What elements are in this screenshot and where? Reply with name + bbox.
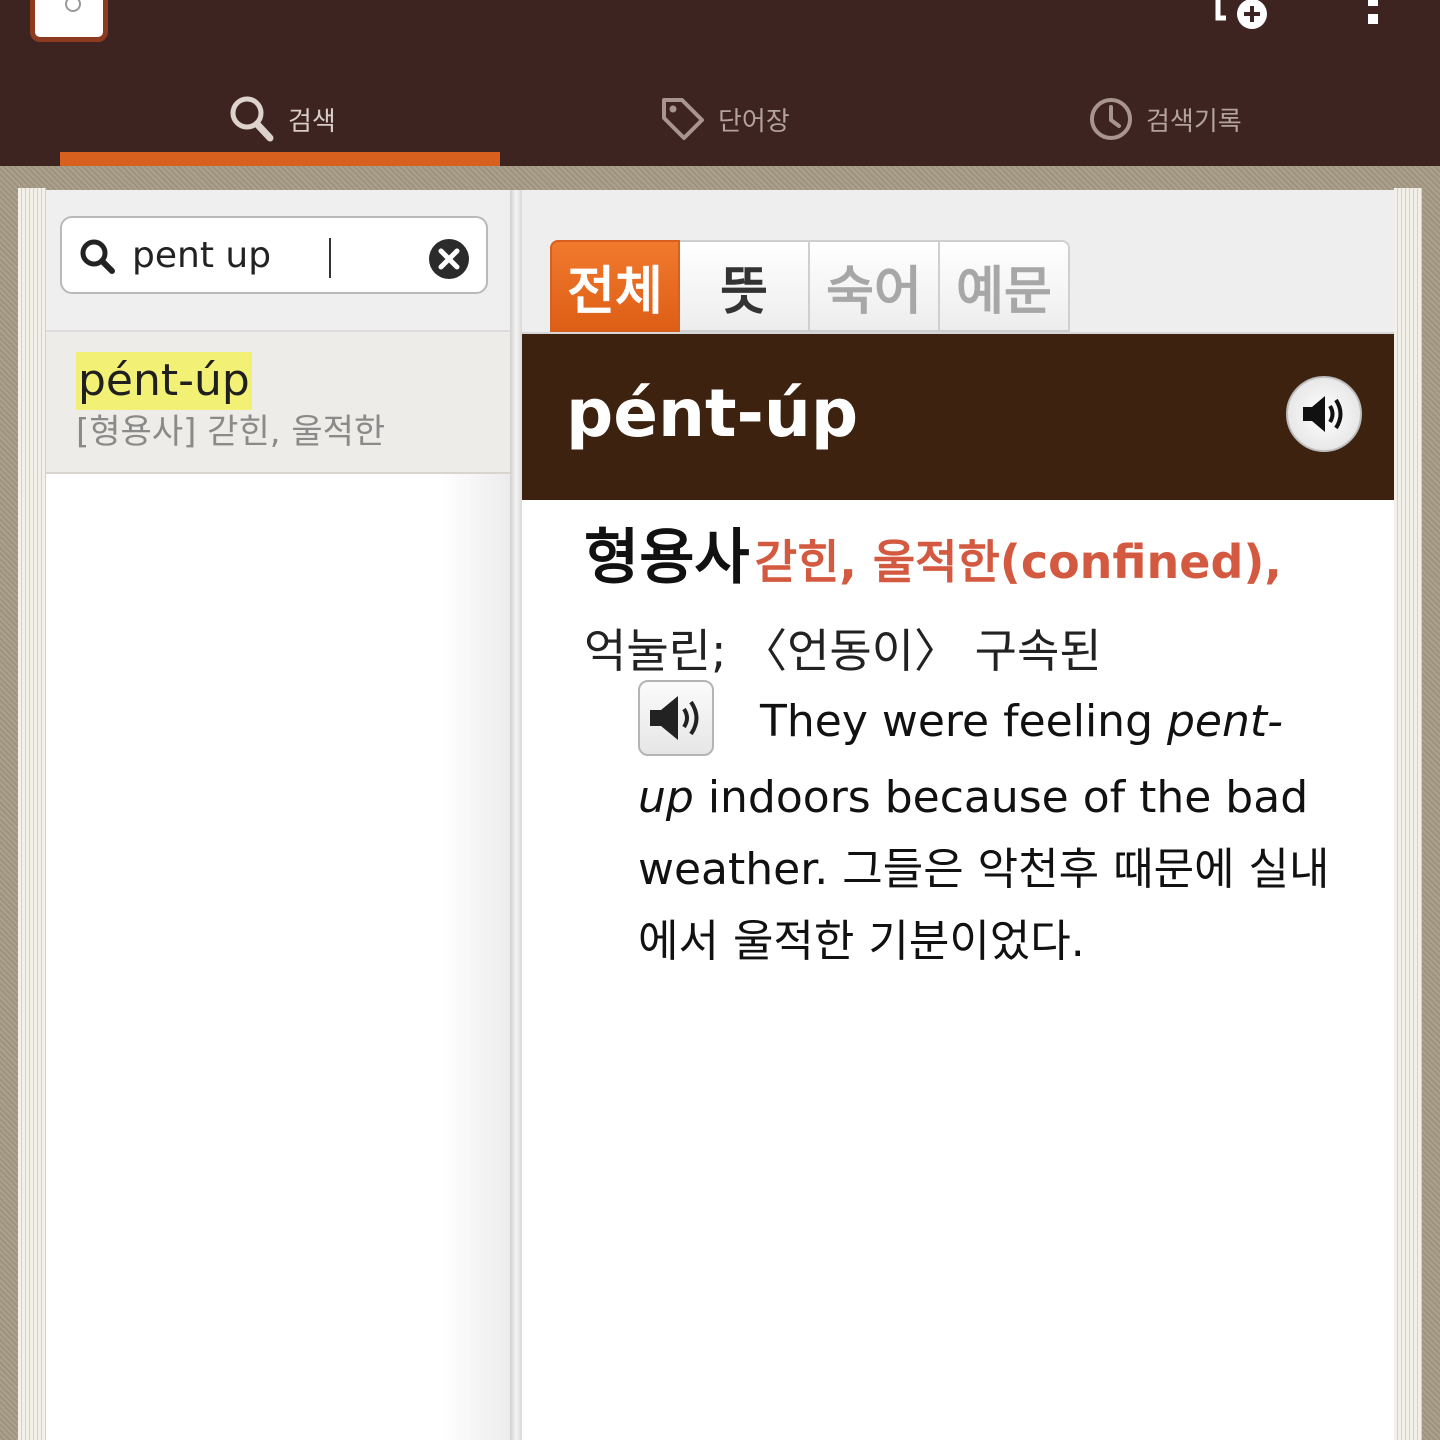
search-input[interactable] bbox=[132, 228, 422, 282]
pronounce-button[interactable] bbox=[1286, 376, 1362, 452]
filter-tab-meaning[interactable]: 뜻 bbox=[680, 240, 810, 332]
results-panel: pént-úp [형용사] 갇힌, 울적한 bbox=[46, 190, 510, 1440]
search-icon bbox=[80, 239, 115, 274]
meaning-rest: 억눌린; 〈언동이〉 구속된 bbox=[584, 624, 1102, 678]
filter-tab-idiom[interactable]: 숙어 bbox=[810, 240, 940, 332]
example-text-post: indoors because of the bad weather. 그들은 … bbox=[638, 772, 1330, 967]
app-bar: 검색 단어장 검색기록 bbox=[0, 0, 1440, 166]
active-tab-indicator bbox=[60, 152, 500, 166]
tag-icon bbox=[662, 98, 704, 140]
filter-bar: 전체 뜻 숙어 예문 bbox=[522, 190, 1394, 334]
page-edge-right bbox=[1394, 188, 1422, 1440]
entry-headword: pént-úp bbox=[566, 375, 859, 452]
meaning-main: 갇힌, 울적한(confined), bbox=[754, 535, 1282, 589]
example-audio-button[interactable] bbox=[638, 680, 714, 756]
search-box[interactable] bbox=[60, 216, 488, 294]
headword-band: pént-úp bbox=[522, 334, 1394, 500]
tab-wordbook-label: 단어장 bbox=[718, 106, 790, 137]
result-headword: pént-úp bbox=[76, 352, 252, 410]
filter-tab-all[interactable]: 전체 bbox=[550, 240, 680, 332]
example-sentence: They were feeling pent-up indoors becaus… bbox=[638, 680, 1338, 978]
book-spine bbox=[510, 190, 522, 1440]
part-of-speech: 형용사 bbox=[584, 523, 750, 593]
speaker-icon bbox=[650, 696, 699, 740]
clear-search-icon[interactable] bbox=[428, 238, 470, 280]
tab-history[interactable]: 검색기록 bbox=[1088, 86, 1242, 152]
result-list-item[interactable]: pént-úp [형용사] 갇힌, 울적한 bbox=[46, 332, 510, 474]
text-caret bbox=[329, 238, 331, 278]
entry-panel: 전체 뜻 숙어 예문 pént-úp 형용사 갇힌, 울적한(confined)… bbox=[522, 190, 1394, 1440]
magnifier-icon bbox=[230, 96, 274, 142]
speaker-icon bbox=[1303, 396, 1343, 432]
app-logo bbox=[30, 0, 108, 42]
result-summary: [형용사] 갇힌, 울적한 bbox=[76, 412, 386, 452]
search-area bbox=[46, 190, 510, 332]
example-text-pre: They were feeling bbox=[760, 696, 1167, 747]
clock-icon bbox=[1090, 98, 1132, 140]
filter-tabs: 전체 뜻 숙어 예문 bbox=[550, 240, 1070, 332]
add-wordbook-icon[interactable] bbox=[1212, 0, 1272, 36]
definition: 형용사 갇힌, 울적한(confined), 억눌린; 〈언동이〉 구속된 bbox=[584, 518, 1374, 689]
overflow-menu-icon[interactable] bbox=[1364, 0, 1382, 30]
tab-history-label: 검색기록 bbox=[1146, 106, 1242, 137]
tab-search-label: 검색 bbox=[288, 106, 336, 137]
page-edge-left bbox=[18, 188, 46, 1440]
tab-search[interactable]: 검색 bbox=[228, 86, 336, 152]
filter-tab-example[interactable]: 예문 bbox=[940, 240, 1070, 332]
tab-wordbook[interactable]: 단어장 bbox=[660, 86, 790, 152]
